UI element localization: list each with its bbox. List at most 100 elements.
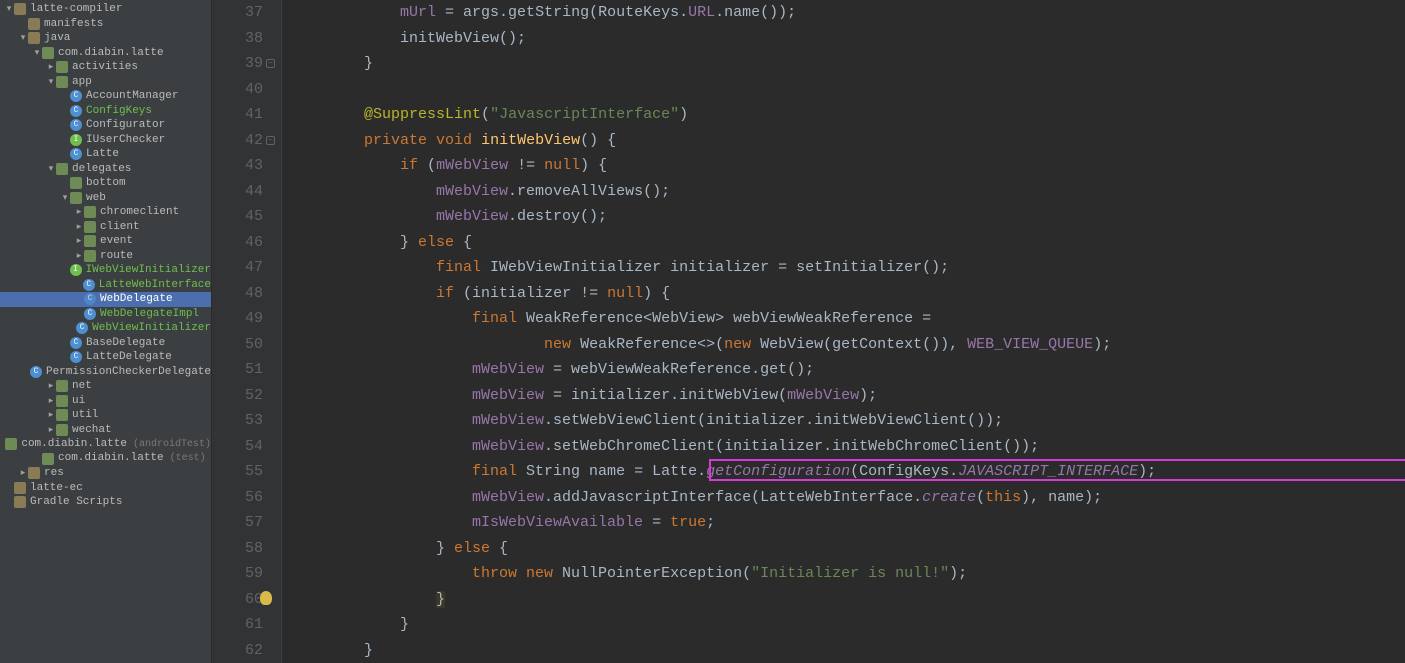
code-line[interactable]: final WeakReference<WebView> webViewWeak… (292, 306, 1405, 332)
editor-code-area[interactable]: mUrl = args.getString(RouteKeys.URL.name… (282, 0, 1405, 663)
tree-item-activities[interactable]: ▸activities (0, 60, 211, 75)
tree-item-webdelegateimpl[interactable]: ▸WebDelegateImpl (0, 307, 211, 322)
tree-item-util[interactable]: ▸util (0, 408, 211, 423)
tree-item-label: ui (72, 394, 85, 409)
code-line[interactable]: mWebView.addJavascriptInterface(LatteWeb… (292, 485, 1405, 511)
code-editor[interactable]: 373839−404142−43444546474849505152535455… (212, 0, 1405, 663)
tree-item-gradle-scripts[interactable]: ▸Gradle Scripts (0, 495, 211, 510)
tree-item-basedelegate[interactable]: ▸BaseDelegate (0, 336, 211, 351)
code-line[interactable]: mWebView = initializer.initWebView(mWebV… (292, 383, 1405, 409)
tree-item-wechat[interactable]: ▸wechat (0, 423, 211, 438)
tree-item-ui[interactable]: ▸ ui (0, 394, 211, 409)
tree-item-label: WebViewInitializer (92, 321, 211, 336)
fold-toggle-icon[interactable]: − (266, 59, 275, 68)
tree-item-configurator[interactable]: ▸Configurator (0, 118, 211, 133)
line-number: 55 (245, 463, 263, 480)
fold-toggle-icon[interactable]: − (266, 136, 275, 145)
tree-item-res[interactable]: ▸res (0, 466, 211, 481)
code-line[interactable]: if (initializer != null) { (292, 281, 1405, 307)
code-line[interactable]: } (292, 587, 1405, 613)
tree-item-webdelegate[interactable]: ▸WebDelegate (0, 292, 211, 307)
tree-twisty-icon[interactable]: ▾ (46, 75, 56, 90)
code-line[interactable]: new WeakReference<>(new WebView(getConte… (292, 332, 1405, 358)
tree-twisty-icon[interactable]: ▸ (18, 466, 28, 481)
code-line[interactable]: if (mWebView != null) { (292, 153, 1405, 179)
tree-item-lattedelegate[interactable]: ▸LatteDelegate (0, 350, 211, 365)
code-line[interactable]: } (292, 51, 1405, 77)
tree-twisty-icon[interactable]: ▸ (46, 423, 56, 438)
tree-twisty-icon[interactable]: ▾ (4, 2, 14, 17)
code-line[interactable]: } (292, 638, 1405, 663)
line-number: 42 (245, 132, 263, 149)
tree-item-latte[interactable]: ▸Latte (0, 147, 211, 162)
tree-item-accountmanager[interactable]: ▸AccountManager (0, 89, 211, 104)
package-icon (56, 424, 68, 436)
tree-item-manifests[interactable]: ▸manifests (0, 17, 211, 32)
code-line[interactable] (292, 77, 1405, 103)
gutter-line: 52 (212, 383, 263, 409)
tree-twisty-icon[interactable]: ▸ (46, 408, 56, 423)
code-line[interactable]: @SuppressLint("JavascriptInterface") (292, 102, 1405, 128)
tree-item-iwebviewinitializer[interactable]: ▸IWebViewInitializer (0, 263, 211, 278)
tree-twisty-icon[interactable]: ▾ (18, 31, 28, 46)
tree-twisty-icon[interactable]: ▸ (74, 205, 84, 220)
code-line[interactable]: final String name = Latte.getConfigurati… (292, 459, 1405, 485)
tree-twisty-icon[interactable]: ▸ (46, 394, 56, 409)
code-line[interactable]: mWebView.removeAllViews(); (292, 179, 1405, 205)
tree-item-latte-compiler[interactable]: ▾latte-compiler (0, 2, 211, 17)
tree-item-configkeys[interactable]: ▸ConfigKeys (0, 104, 211, 119)
code-line[interactable]: initWebView(); (292, 26, 1405, 52)
tree-item-label: ConfigKeys (86, 104, 152, 119)
code-line[interactable]: throw new NullPointerException("Initiali… (292, 561, 1405, 587)
code-line[interactable]: mWebView.destroy(); (292, 204, 1405, 230)
tree-twisty-icon[interactable]: ▸ (46, 60, 56, 75)
tree-item-event[interactable]: ▸ event (0, 234, 211, 249)
tree-item-web[interactable]: ▾web (0, 191, 211, 206)
code-line[interactable]: mWebView = webViewWeakReference.get(); (292, 357, 1405, 383)
tree-item-label: java (44, 31, 70, 46)
code-line[interactable]: mWebView.setWebViewClient(initializer.in… (292, 408, 1405, 434)
intention-bulb-icon[interactable] (260, 591, 272, 605)
gutter-line: 40 (212, 77, 263, 103)
gutter-line: 58 (212, 536, 263, 562)
tree-twisty-icon[interactable]: ▸ (74, 234, 84, 249)
tree-item-com-diabin-latte[interactable]: ▸com.diabin.latte (androidTest) (0, 437, 211, 452)
tree-item-label: event (100, 234, 133, 249)
tree-item-com-diabin-latte[interactable]: ▾com.diabin.latte (0, 46, 211, 61)
tree-item-route[interactable]: ▸route (0, 249, 211, 264)
code-line[interactable]: } else { (292, 230, 1405, 256)
project-tree[interactable]: ▾latte-compiler▸manifests▾java▾com.diabi… (0, 0, 211, 512)
code-line[interactable]: mUrl = args.getString(RouteKeys.URL.name… (292, 0, 1405, 26)
tree-twisty-icon[interactable]: ▸ (74, 220, 84, 235)
project-tree-sidebar[interactable]: ▾latte-compiler▸manifests▾java▾com.diabi… (0, 0, 212, 663)
code-line[interactable]: final IWebViewInitializer initializer = … (292, 255, 1405, 281)
tree-twisty-icon[interactable]: ▾ (60, 191, 70, 206)
tree-item-label: BaseDelegate (86, 336, 165, 351)
tree-item-com-diabin-latte[interactable]: ▸com.diabin.latte (test) (0, 452, 211, 467)
code-line[interactable]: } else { (292, 536, 1405, 562)
tree-twisty-icon[interactable]: ▾ (32, 46, 42, 61)
tree-item-lattewebinterface[interactable]: ▸LatteWebInterface (0, 278, 211, 293)
tree-item-iuserchecker[interactable]: ▸IUserChecker (0, 133, 211, 148)
package-icon (56, 409, 68, 421)
tree-item-chromeclient[interactable]: ▸chromeclient (0, 205, 211, 220)
code-line[interactable]: mWebView.setWebChromeClient(initializer.… (292, 434, 1405, 460)
tree-item-latte-ec[interactable]: ▸latte-ec (0, 481, 211, 496)
tree-item-delegates[interactable]: ▾delegates (0, 162, 211, 177)
tree-item-client[interactable]: ▸client (0, 220, 211, 235)
tree-twisty-icon[interactable]: ▸ (74, 249, 84, 264)
code-line[interactable]: private void initWebView() { (292, 128, 1405, 154)
code-line[interactable]: } (292, 612, 1405, 638)
tree-item-permissioncheckerdelegate[interactable]: ▸PermissionCheckerDelegate (0, 365, 211, 380)
tree-item-bottom[interactable]: ▸bottom (0, 176, 211, 191)
tree-twisty-icon[interactable]: ▾ (46, 162, 56, 177)
tree-twisty-icon[interactable]: ▸ (46, 379, 56, 394)
tree-item-webviewinitializer[interactable]: ▸WebViewInitializer (0, 321, 211, 336)
tree-item-net[interactable]: ▸net (0, 379, 211, 394)
tree-item-app[interactable]: ▾app (0, 75, 211, 90)
class-icon (84, 293, 96, 305)
tree-item-java[interactable]: ▾ java (0, 31, 211, 46)
line-number: 53 (245, 412, 263, 429)
package-icon (70, 192, 82, 204)
code-line[interactable]: mIsWebViewAvailable = true; (292, 510, 1405, 536)
